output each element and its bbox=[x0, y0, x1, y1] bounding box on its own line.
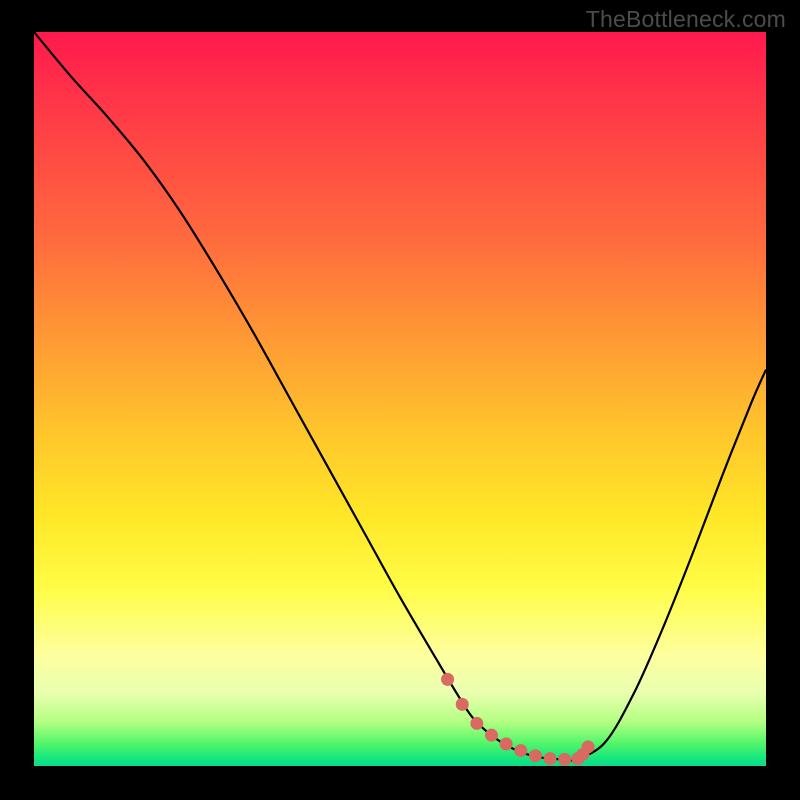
plot-area bbox=[34, 32, 766, 766]
highlight-marker bbox=[486, 729, 498, 741]
watermark-text: TheBottleneck.com bbox=[586, 6, 786, 33]
highlight-marker bbox=[529, 750, 541, 762]
highlight-marker bbox=[456, 698, 468, 710]
highlight-marker bbox=[442, 673, 454, 685]
highlight-marker bbox=[559, 753, 571, 765]
highlight-marker bbox=[515, 745, 527, 757]
chart-frame: TheBottleneck.com bbox=[0, 0, 800, 800]
highlight-marker bbox=[544, 753, 556, 765]
markers-layer bbox=[34, 32, 766, 766]
highlight-marker bbox=[582, 741, 594, 753]
highlight-marker bbox=[500, 738, 512, 750]
highlight-marker bbox=[471, 717, 483, 729]
